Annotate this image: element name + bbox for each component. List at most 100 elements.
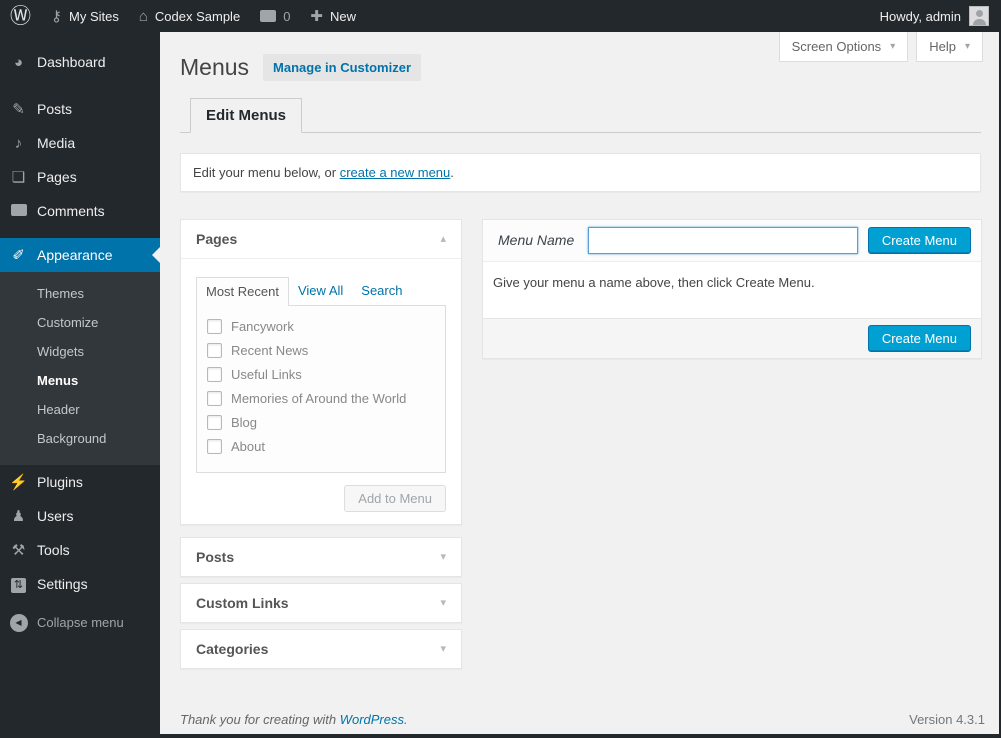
page-checkbox[interactable] (207, 343, 222, 358)
page-item-label: Blog (231, 415, 257, 430)
menu-help-text: Give your menu a name above, then click … (493, 275, 815, 290)
user-avatar (969, 6, 989, 26)
submenu-item-themes[interactable]: Themes (0, 279, 160, 308)
page-item-label: Recent News (231, 343, 308, 358)
menu-panel-body: Give your menu a name above, then click … (483, 262, 981, 318)
sidebar-item-label: Plugins (37, 474, 83, 490)
create-menu-button-footer[interactable]: Create Menu (868, 325, 971, 352)
sidebar-item-tools[interactable]: ⚒ Tools (0, 533, 160, 567)
pages-checklist-panel: Fancywork Recent News Useful Links (196, 305, 446, 473)
sidebar-item-label: Pages (37, 169, 77, 185)
page-item[interactable]: Blog (207, 411, 441, 435)
tab-most-recent[interactable]: Most Recent (196, 277, 289, 306)
pages-accordion-body: Most Recent View All Search Fancywork (181, 258, 461, 524)
sidebar-item-label: Appearance (37, 247, 113, 263)
submenu-item-menus[interactable]: Menus (0, 366, 160, 395)
network-key-icon: ⚷ (51, 9, 62, 24)
sidebar-item-comments[interactable]: Comments (0, 194, 160, 228)
appearance-submenu: Themes Customize Widgets Menus Header Ba… (0, 272, 160, 465)
sidebar-item-appearance[interactable]: ✐ Appearance (0, 238, 160, 272)
wordpress-logo-icon: Ⓦ (10, 6, 31, 27)
menu-name-label: Menu Name (498, 232, 574, 248)
page-item-label: Memories of Around the World (231, 391, 406, 406)
dashboard-icon: ◕ (0, 54, 37, 71)
sidebar-item-plugins[interactable]: ⚡ Plugins (0, 465, 160, 499)
paintbrush-icon: ✐ (0, 246, 37, 264)
user-silhouette-icon: ♟ (0, 507, 37, 525)
submenu-item-header[interactable]: Header (0, 395, 160, 424)
tab-edit-menus[interactable]: Edit Menus (190, 98, 302, 133)
pages-accordion-title: Pages (196, 231, 237, 247)
page-checkbox[interactable] (207, 391, 222, 406)
pages-tabs: Most Recent View All Search (196, 277, 446, 305)
tools-icon: ⚒ (0, 541, 37, 559)
sidebar-item-pages[interactable]: ❏ Pages (0, 160, 160, 194)
page-checkbox[interactable] (207, 415, 222, 430)
footer-thanks: Thank you for creating with WordPress. (180, 712, 408, 727)
new-content-menu[interactable]: ✚ New (300, 0, 366, 32)
plugin-icon: ⚡ (0, 473, 37, 491)
page-item[interactable]: About (207, 435, 441, 459)
sidebar-item-media[interactable]: ♪ Media (0, 126, 160, 160)
wordpress-link[interactable]: WordPress (340, 712, 404, 727)
notice-text: Edit your menu below, or (193, 165, 340, 180)
screen-options-button[interactable]: Screen Options ▾ (779, 32, 909, 62)
sidebar-item-settings[interactable]: ⇅ Settings (0, 567, 160, 601)
chevron-down-icon: ▾ (440, 642, 446, 655)
chevron-down-icon: ▾ (440, 550, 446, 563)
menu-name-header: Menu Name Create Menu (483, 220, 981, 262)
page-item[interactable]: Fancywork (207, 315, 441, 339)
submenu-item-widgets[interactable]: Widgets (0, 337, 160, 366)
page-item[interactable]: Useful Links (207, 363, 441, 387)
account-menu[interactable]: Howdy, admin (868, 6, 1001, 26)
page-item[interactable]: Memories of Around the World (207, 387, 441, 411)
plus-icon: ✚ (310, 9, 323, 24)
create-new-menu-link[interactable]: create a new menu (340, 165, 451, 180)
media-note-icon: ♪ (0, 135, 37, 152)
sidebar-separator (0, 228, 160, 238)
posts-accordion-header[interactable]: Posts ▾ (181, 538, 461, 576)
site-name-menu[interactable]: ⌂ Codex Sample (129, 0, 250, 32)
wordpress-admin-window: Ⓦ ⚷ My Sites ⌂ Codex Sample 0 ✚ New Howd… (0, 0, 1001, 738)
create-menu-button[interactable]: Create Menu (868, 227, 971, 254)
page-checkbox[interactable] (207, 319, 222, 334)
tab-search[interactable]: Search (352, 277, 411, 305)
wp-logo-menu[interactable]: Ⓦ (0, 0, 41, 32)
notice-text-end: . (450, 165, 454, 180)
screen-options-label: Screen Options (792, 39, 882, 54)
admin-sidebar: ◕ Dashboard ✎ Posts ♪ Media ❏ Pages Comm… (0, 32, 160, 738)
comment-count: 0 (283, 9, 290, 24)
collapse-menu-button[interactable]: ◀ Collapse menu (0, 605, 160, 639)
sidebar-item-users[interactable]: ♟ Users (0, 499, 160, 533)
custom-links-accordion-header[interactable]: Custom Links ▾ (181, 584, 461, 622)
collapse-arrow-icon: ◀ (0, 613, 37, 632)
pages-accordion-header[interactable]: Pages ▴ (181, 220, 461, 258)
manage-in-customizer-button[interactable]: Manage in Customizer (263, 54, 421, 81)
help-button[interactable]: Help ▾ (916, 32, 983, 62)
button-controls: Add to Menu (196, 485, 446, 512)
menu-settings-column: Pages ▴ Most Recent View All Search F (180, 219, 462, 675)
categories-accordion-header[interactable]: Categories ▾ (181, 630, 461, 668)
sidebar-item-label: Settings (37, 576, 88, 592)
page-checkbox[interactable] (207, 439, 222, 454)
pages-stack-icon: ❏ (0, 168, 37, 186)
settings-sliders-icon: ⇅ (0, 575, 37, 593)
tab-view-all[interactable]: View All (289, 277, 352, 305)
menu-name-input[interactable] (588, 227, 858, 254)
edit-menu-notice: Edit your menu below, or create a new me… (180, 153, 981, 192)
page-item[interactable]: Recent News (207, 339, 441, 363)
submenu-item-customize[interactable]: Customize (0, 308, 160, 337)
pages-accordion: Pages ▴ Most Recent View All Search F (180, 219, 462, 525)
submenu-item-background[interactable]: Background (0, 424, 160, 453)
admin-footer: Thank you for creating with WordPress. V… (180, 712, 985, 727)
howdy-label: Howdy, admin (880, 9, 961, 24)
sidebar-item-label: Comments (37, 203, 105, 219)
add-to-menu-button[interactable]: Add to Menu (344, 485, 446, 512)
page-checkbox[interactable] (207, 367, 222, 382)
my-sites-label: My Sites (69, 9, 119, 24)
posts-accordion: Posts ▾ (180, 537, 462, 577)
my-sites-menu[interactable]: ⚷ My Sites (41, 0, 129, 32)
sidebar-item-posts[interactable]: ✎ Posts (0, 92, 160, 126)
sidebar-item-dashboard[interactable]: ◕ Dashboard (0, 45, 160, 79)
comments-shortcut[interactable]: 0 (250, 0, 300, 32)
